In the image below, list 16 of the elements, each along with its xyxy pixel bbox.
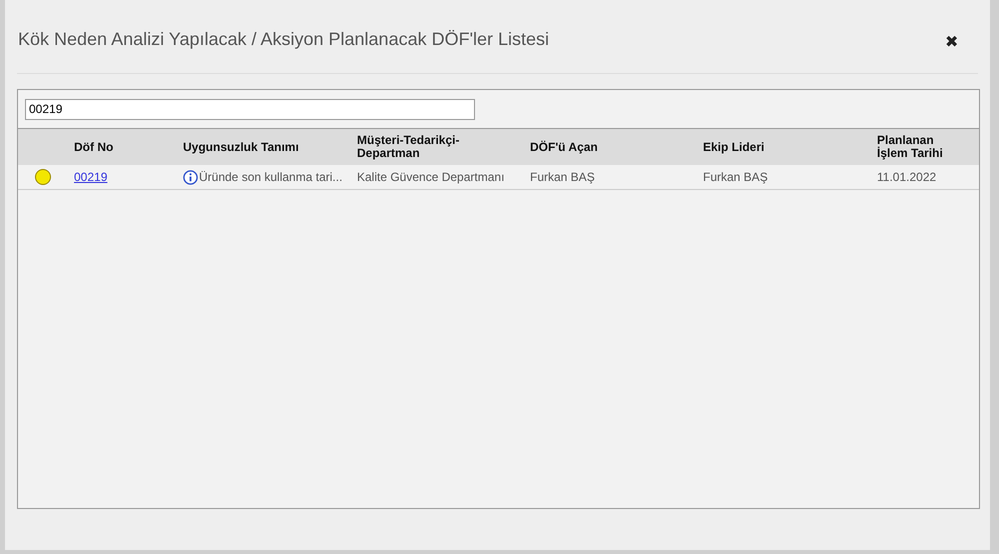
table-cell: Furkan BAŞ <box>703 170 768 184</box>
dialog-title: Kök Neden Analizi Yapılacak / Aksiyon Planlanacak DÖF'ler Listesi <box>18 28 550 51</box>
table-cell: 11.01.2022 <box>877 170 936 184</box>
column-header: Ekip Lideri <box>703 140 766 154</box>
column-header: Döf No <box>74 140 114 154</box>
close-button[interactable]: ✖ <box>945 34 958 50</box>
table-cell: Furkan BAŞ <box>530 170 595 184</box>
column-header: Planlanan İşlem Tarihi <box>877 134 944 160</box>
table-cell-text: Üründe son kullanma tari... <box>199 169 342 186</box>
info-icon[interactable] <box>183 170 198 184</box>
table-cell: Kalite Güvence Departmanı <box>357 170 504 184</box>
column-header: Uygunsuzluk Tanımı <box>183 140 300 154</box>
column-header: Müşteri-Tedarikçi-Departman <box>357 134 460 160</box>
search-field[interactable]: 00219 <box>25 98 475 120</box>
dof-number-link[interactable]: 00219 <box>74 170 108 184</box>
column-header: DÖF'ü Açan <box>530 140 599 154</box>
